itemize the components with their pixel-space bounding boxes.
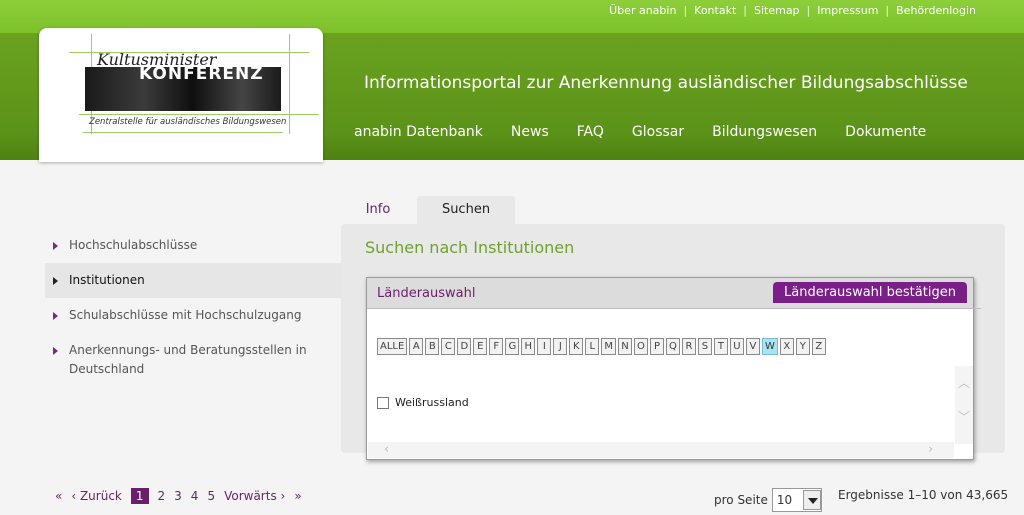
letter-filter-alle[interactable]: ALLE	[377, 338, 408, 355]
letter-filter-p[interactable]: P	[649, 338, 664, 355]
letter-filter-x[interactable]: X	[779, 338, 794, 355]
page-title: Informationsportal zur Anerkennung auslä…	[364, 73, 968, 93]
letter-filter-f[interactable]: F	[489, 338, 504, 355]
caret-right-icon	[53, 277, 58, 285]
divider	[367, 308, 981, 309]
sidebar-item-anerkennungsstellen[interactable]: Anerkennungs- und Beratungsstellen in De…	[45, 333, 341, 387]
per-page-value: 10	[776, 493, 793, 507]
nav-bildungswesen[interactable]: Bildungswesen	[712, 124, 817, 140]
chevron-up-icon[interactable]: ︿	[958, 374, 970, 391]
letter-filter-u[interactable]: U	[729, 338, 744, 355]
list-item[interactable]: Weißrussland	[377, 396, 469, 409]
letter-filter-i[interactable]: I	[537, 338, 552, 355]
panel-title: Suchen nach Institutionen	[365, 238, 575, 257]
letter-filter-b[interactable]: B	[425, 338, 440, 355]
country-checkbox[interactable]	[377, 396, 389, 409]
tab-info[interactable]: Info	[350, 196, 406, 224]
prev-page-link[interactable]: ‹ Zurück	[71, 489, 122, 503]
per-page: pro Seite 10	[714, 488, 822, 512]
country-selection-dialog: Länderauswahl Länderauswahl bestätigen A…	[366, 277, 981, 460]
dialog-header: Länderauswahl Länderauswahl bestätigen	[367, 278, 973, 308]
confirm-country-selection-button[interactable]: Länderauswahl bestätigen	[773, 282, 967, 303]
top-link-kontakt[interactable]: Kontakt	[694, 4, 736, 17]
alphabet-filter: ALLE A B C D E F G H I J K L M N O P Q R…	[377, 338, 826, 355]
logo-subtitle: Zentralstelle für ausländisches Bildungs…	[89, 117, 287, 127]
last-page-link[interactable]: »	[294, 489, 301, 503]
letter-filter-z[interactable]: Z	[811, 338, 826, 355]
letter-filter-a[interactable]: A	[409, 338, 424, 355]
sidebar-item-label: Hochschulabschlüsse	[69, 238, 198, 252]
top-link-behoerdenlogin[interactable]: Behördenlogin	[896, 4, 976, 17]
chevron-left-icon[interactable]: ‹	[384, 442, 389, 457]
chevron-right-icon[interactable]: ›	[928, 442, 933, 457]
letter-filter-s[interactable]: S	[697, 338, 712, 355]
nav-faq[interactable]: FAQ	[577, 124, 604, 140]
top-link-sitemap[interactable]: Sitemap	[754, 4, 800, 17]
letter-filter-m[interactable]: M	[601, 338, 616, 355]
letter-filter-q[interactable]: Q	[665, 338, 680, 355]
sidebar-item-label: Schulabschlüsse mit Hochschulzugang	[69, 308, 302, 322]
nav-glossar[interactable]: Glossar	[632, 124, 684, 140]
top-link-impressum[interactable]: Impressum	[817, 4, 878, 17]
letter-filter-r[interactable]: R	[681, 338, 696, 355]
letter-filter-n[interactable]: N	[617, 338, 632, 355]
per-page-select[interactable]: 10	[771, 488, 822, 512]
nav-dokumente[interactable]: Dokumente	[845, 124, 926, 140]
top-link-ueber-anabin[interactable]: Über anabin	[609, 4, 676, 17]
caret-right-icon	[53, 242, 58, 250]
letter-filter-v[interactable]: V	[745, 338, 760, 355]
next-page-link[interactable]: Vorwärts ›	[224, 489, 285, 503]
letter-filter-j[interactable]: J	[553, 338, 568, 355]
letter-filter-y[interactable]: Y	[795, 338, 810, 355]
chevron-down-icon[interactable]: ﹀	[958, 408, 970, 425]
letter-filter-h[interactable]: H	[521, 338, 536, 355]
letter-filter-t[interactable]: T	[713, 338, 728, 355]
sidebar-item-hochschulabschluesse[interactable]: Hochschulabschlüsse	[45, 228, 341, 263]
dialog-title: Länderauswahl	[377, 286, 476, 301]
letter-filter-e[interactable]: E	[473, 338, 488, 355]
caret-right-icon	[53, 347, 58, 355]
letter-filter-g[interactable]: G	[505, 338, 520, 355]
caret-right-icon	[53, 312, 58, 320]
horizontal-scrollbar[interactable]: ‹ ›	[368, 442, 954, 458]
first-page-link[interactable]: «	[55, 489, 62, 503]
sidebar-item-label: Institutionen	[69, 273, 145, 287]
sidebar-item-schulabschluesse[interactable]: Schulabschlüsse mit Hochschulzugang	[45, 298, 341, 333]
chevron-down-icon[interactable]	[802, 490, 821, 510]
logo[interactable]: Kultusminister KONFERENZ Zentralstelle f…	[39, 28, 323, 162]
sidebar-item-institutionen[interactable]: Institutionen	[45, 263, 341, 298]
letter-filter-w[interactable]: W	[761, 338, 778, 355]
letter-filter-o[interactable]: O	[633, 338, 648, 355]
results-count: Ergebnisse 1–10 von 43,665	[838, 488, 1009, 502]
vertical-scrollbar[interactable]: ︿ ﹀	[955, 366, 973, 444]
sidebar-item-label: Anerkennungs- und Beratungsstellen in De…	[69, 343, 307, 376]
nav-anabin-datenbank[interactable]: anabin Datenbank	[354, 124, 483, 140]
main-nav: anabin Datenbank News FAQ Glossar Bildun…	[354, 124, 926, 140]
sidebar: Hochschulabschlüsse Institutionen Schula…	[45, 228, 341, 387]
logo-text-konferenz: KONFERENZ	[139, 64, 264, 84]
per-page-label: pro Seite	[714, 493, 768, 507]
letter-filter-l[interactable]: L	[585, 338, 600, 355]
nav-news[interactable]: News	[511, 124, 549, 140]
page-1[interactable]: 1	[130, 488, 149, 504]
country-label: Weißrussland	[395, 396, 469, 409]
tab-suchen[interactable]: Suchen	[417, 196, 515, 224]
top-links: Über anabin | Kontakt | Sitemap | Impres…	[609, 4, 976, 17]
page-3[interactable]: 3	[174, 489, 182, 503]
letter-filter-c[interactable]: C	[441, 338, 456, 355]
page-2[interactable]: 2	[158, 489, 166, 503]
letter-filter-d[interactable]: D	[457, 338, 472, 355]
page-5[interactable]: 5	[207, 489, 215, 503]
page-4[interactable]: 4	[191, 489, 199, 503]
pagination: « ‹ Zurück 1 2 3 4 5 Vorwärts › »	[55, 488, 302, 504]
letter-filter-k[interactable]: K	[569, 338, 584, 355]
